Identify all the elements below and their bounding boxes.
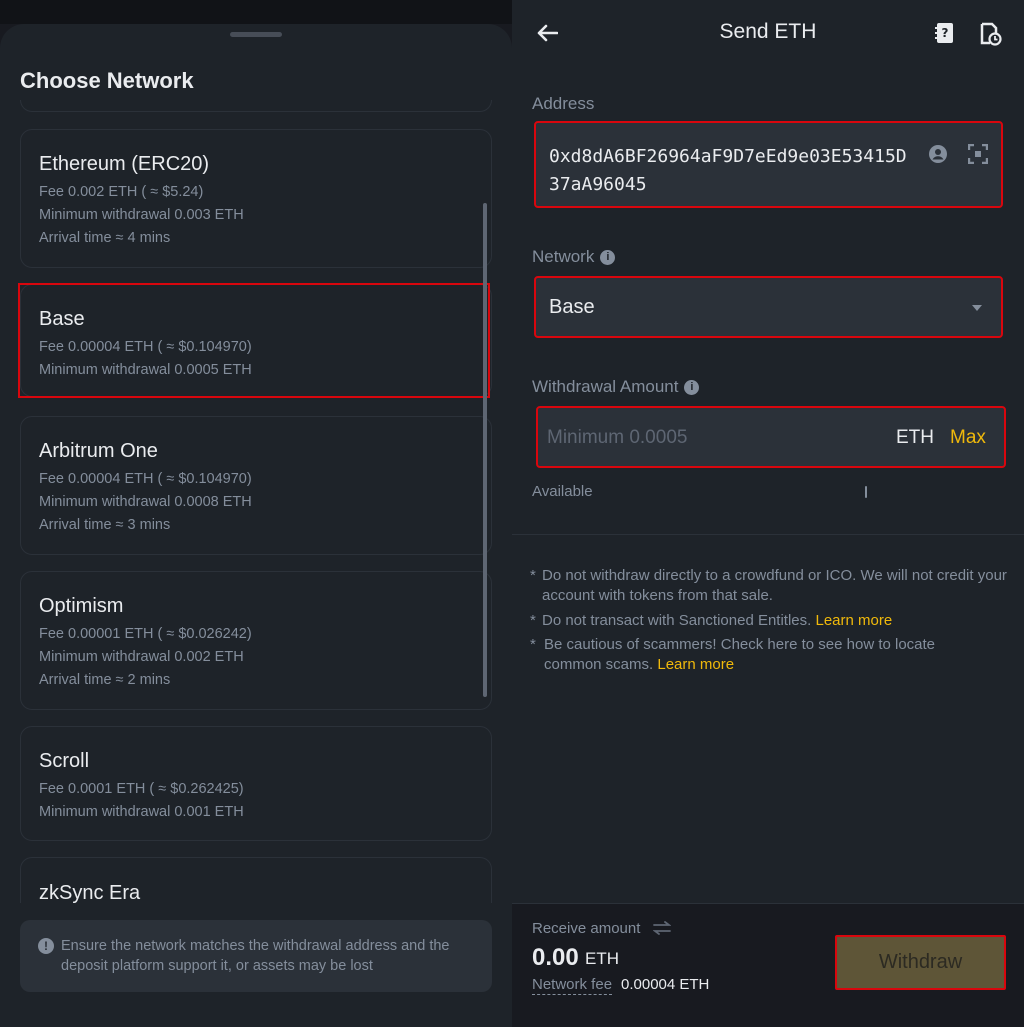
network-option-arbitrum[interactable]: Arbitrum One Fee 0.00004 ETH ( ≈ $0.1049… — [20, 416, 492, 555]
history-icon[interactable] — [978, 22, 1002, 46]
warning-item: * Be cautious of scammers! Check here to … — [530, 636, 936, 673]
network-fee-value: 0.00004 ETH — [621, 976, 710, 993]
svg-text:?: ? — [942, 26, 949, 40]
contact-icon[interactable] — [928, 144, 948, 164]
status-band — [0, 0, 512, 24]
back-arrow-icon[interactable] — [534, 20, 560, 46]
swap-icon[interactable] — [652, 921, 672, 935]
network-fee: Fee 0.00004 ETH ( ≈ $0.104970) — [39, 471, 252, 487]
sheet-title: Choose Network — [20, 68, 194, 93]
info-icon[interactable]: i — [600, 250, 616, 265]
network-name: Arbitrum One — [39, 440, 158, 462]
network-min-withdrawal: Minimum withdrawal 0.0008 ETH — [39, 494, 252, 510]
amount-label-text: Withdrawal Amount — [532, 377, 679, 396]
warning-text: Do not withdraw directly to a crowdfund … — [542, 567, 1007, 604]
bottom-action-bar: Receive amount 0.00 ETH Network fee 0.00… — [512, 903, 1024, 1027]
network-select-value: Base — [549, 296, 595, 318]
amount-field[interactable]: ETH Max — [536, 406, 1006, 468]
network-chooser-panel: Choose Network Ethereum (ERC20) Fee 0.00… — [0, 0, 512, 1027]
network-option-scroll[interactable]: Scroll Fee 0.0001 ETH ( ≈ $0.262425) Min… — [20, 726, 492, 841]
info-icon[interactable]: i — [684, 380, 700, 395]
max-button[interactable]: Max — [950, 427, 986, 449]
receive-amount-value: 0.00 — [532, 944, 579, 971]
warning-item: * Do not transact with Sanctioned Entitle… — [530, 612, 893, 629]
network-name: Ethereum (ERC20) — [39, 153, 210, 175]
warning-text: Be cautious of scammers! Check here to s… — [544, 636, 936, 673]
network-card-edge — [20, 100, 492, 112]
network-option-optimism[interactable]: Optimism Fee 0.00001 ETH ( ≈ $0.026242) … — [20, 571, 492, 710]
network-label-text: Network — [532, 247, 595, 266]
scrollbar[interactable] — [483, 203, 487, 697]
loading-indicator — [865, 486, 867, 498]
network-notice: ! Ensure the network matches the withdra… — [20, 920, 492, 992]
network-min-withdrawal: Minimum withdrawal 0.002 ETH — [39, 649, 244, 665]
chevron-down-icon — [972, 305, 982, 311]
amount-label: Withdrawal Amount i — [532, 377, 700, 397]
learn-more-link[interactable]: Learn more — [657, 656, 734, 673]
amount-unit: ETH — [896, 427, 934, 448]
network-arrival-time: Arrival time ≈ 4 mins — [39, 230, 171, 246]
network-option-ethereum[interactable]: Ethereum (ERC20) Fee 0.002 ETH ( ≈ $5.24… — [20, 129, 492, 268]
network-label: Network i — [532, 247, 616, 267]
network-fee-label[interactable]: Network fee — [532, 976, 613, 995]
divider — [512, 534, 1024, 535]
receive-amount-label: Receive amount — [532, 920, 641, 937]
network-select[interactable]: Base — [534, 276, 1003, 338]
address-value[interactable]: 0xd8dA6BF26964aF9D7eEd9e03E53415D37aA960… — [549, 143, 909, 199]
send-eth-panel: Send ETH ? Address 0xd8dA6BF26964aF9D7eE… — [512, 0, 1024, 1027]
withdraw-button[interactable]: Withdraw — [835, 935, 1006, 990]
network-fee: Fee 0.00001 ETH ( ≈ $0.026242) — [39, 626, 252, 642]
selected-network-highlight — [18, 283, 490, 398]
address-label: Address — [532, 94, 595, 113]
scan-icon[interactable] — [967, 143, 989, 165]
address-field[interactable]: 0xd8dA6BF26964aF9D7eEd9e03E53415D37aA960… — [534, 121, 1003, 208]
network-option-zksync[interactable]: zkSync Era — [20, 857, 492, 903]
address-book-icon[interactable]: ? — [934, 22, 956, 44]
amount-input[interactable] — [547, 424, 847, 452]
notice-text: Ensure the network matches the withdrawa… — [61, 938, 450, 974]
receive-amount-unit: ETH — [585, 949, 619, 968]
network-fee: Fee 0.0001 ETH ( ≈ $0.262425) — [39, 781, 244, 797]
network-min-withdrawal: Minimum withdrawal 0.001 ETH — [39, 804, 244, 820]
network-fee: Fee 0.002 ETH ( ≈ $5.24) — [39, 184, 204, 200]
alert-icon: ! — [38, 938, 54, 954]
network-name: Optimism — [39, 595, 124, 617]
network-arrival-time: Arrival time ≈ 2 mins — [39, 672, 171, 688]
warning-text: Do not transact with Sanctioned Entitles… — [542, 612, 816, 629]
sheet-drag-handle[interactable] — [230, 32, 282, 37]
network-name: zkSync Era — [39, 882, 141, 903]
network-name: Scroll — [39, 750, 90, 772]
network-arrival-time: Arrival time ≈ 3 mins — [39, 517, 171, 533]
learn-more-link[interactable]: Learn more — [815, 612, 892, 629]
available-label: Available — [532, 483, 593, 500]
warning-item: * Do not withdraw directly to a crowdfund… — [530, 567, 1007, 604]
network-min-withdrawal: Minimum withdrawal 0.003 ETH — [39, 207, 244, 223]
